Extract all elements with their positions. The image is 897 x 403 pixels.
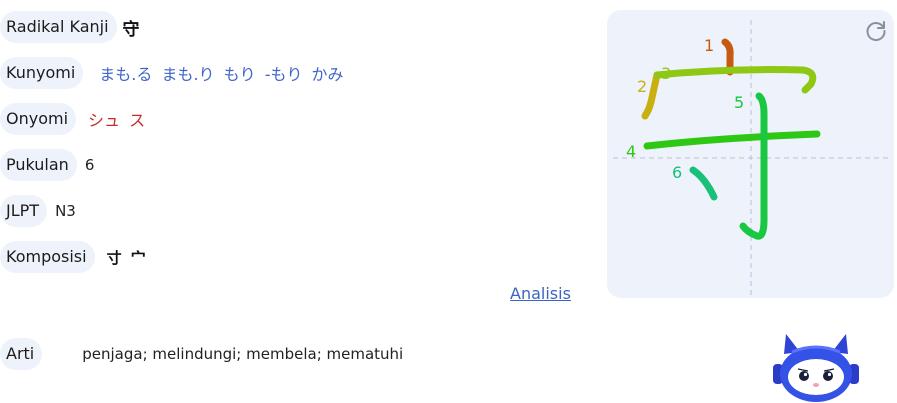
row-onyomi: Onyomi シュ ス: [0, 103, 145, 135]
kunyomi-label: Kunyomi: [0, 57, 84, 89]
row-pukulan: Pukulan 6: [0, 149, 94, 181]
row-radikal: Radikal Kanji 守: [0, 11, 140, 43]
onyomi-value: シュ ス: [88, 111, 146, 130]
stroke-order-diagram: 1 2 3 4 5 6: [613, 20, 890, 298]
stroke-6: [689, 166, 718, 201]
jlpt-value: N3: [55, 202, 76, 220]
analysis-link[interactable]: Analisis: [510, 284, 571, 303]
onyomi-label: Onyomi: [0, 103, 77, 135]
arti-value: penjaga; melindungi; membela; mematuhi: [82, 345, 404, 363]
row-kunyomi: Kunyomi まも.る まも.り もり -もり かみ: [0, 57, 344, 89]
row-komposisi: Komposisi 寸 宀: [0, 241, 146, 273]
stroke-3: [653, 66, 817, 94]
kunyomi-value: まも.る まも.り もり -もり かみ: [99, 65, 344, 84]
stroke-number-2: 2: [637, 77, 647, 96]
stroke-order-panel: 1 2 3 4 5 6: [607, 10, 894, 298]
row-arti: Arti penjaga; melindungi; membela; memat…: [0, 338, 403, 370]
stroke-5: [739, 92, 768, 240]
stroke-number-4: 4: [626, 142, 636, 161]
stroke-number-3: 3: [661, 64, 671, 83]
replay-icon[interactable]: [864, 19, 888, 43]
komposisi-value: 寸 宀: [106, 248, 146, 267]
stroke-number-1: 1: [704, 36, 714, 55]
radikal-label: Radikal Kanji: [0, 11, 117, 43]
stroke-number-6: 6: [672, 163, 682, 182]
kanji-detail: Radikal Kanji 守 Kunyomi まも.る まも.り もり -もり…: [0, 0, 897, 403]
arti-label: Arti: [0, 338, 43, 370]
komposisi-label: Komposisi: [0, 241, 95, 273]
pukulan-value: 6: [84, 156, 95, 174]
stroke-number-5: 5: [734, 93, 744, 112]
pukulan-label: Pukulan: [0, 149, 77, 181]
mascot-robot-icon[interactable]: [770, 330, 862, 402]
radikal-value: 守: [122, 19, 140, 40]
row-jlpt: JLPT N3: [0, 195, 76, 227]
jlpt-label: JLPT: [0, 195, 48, 227]
stroke-4: [643, 130, 821, 150]
